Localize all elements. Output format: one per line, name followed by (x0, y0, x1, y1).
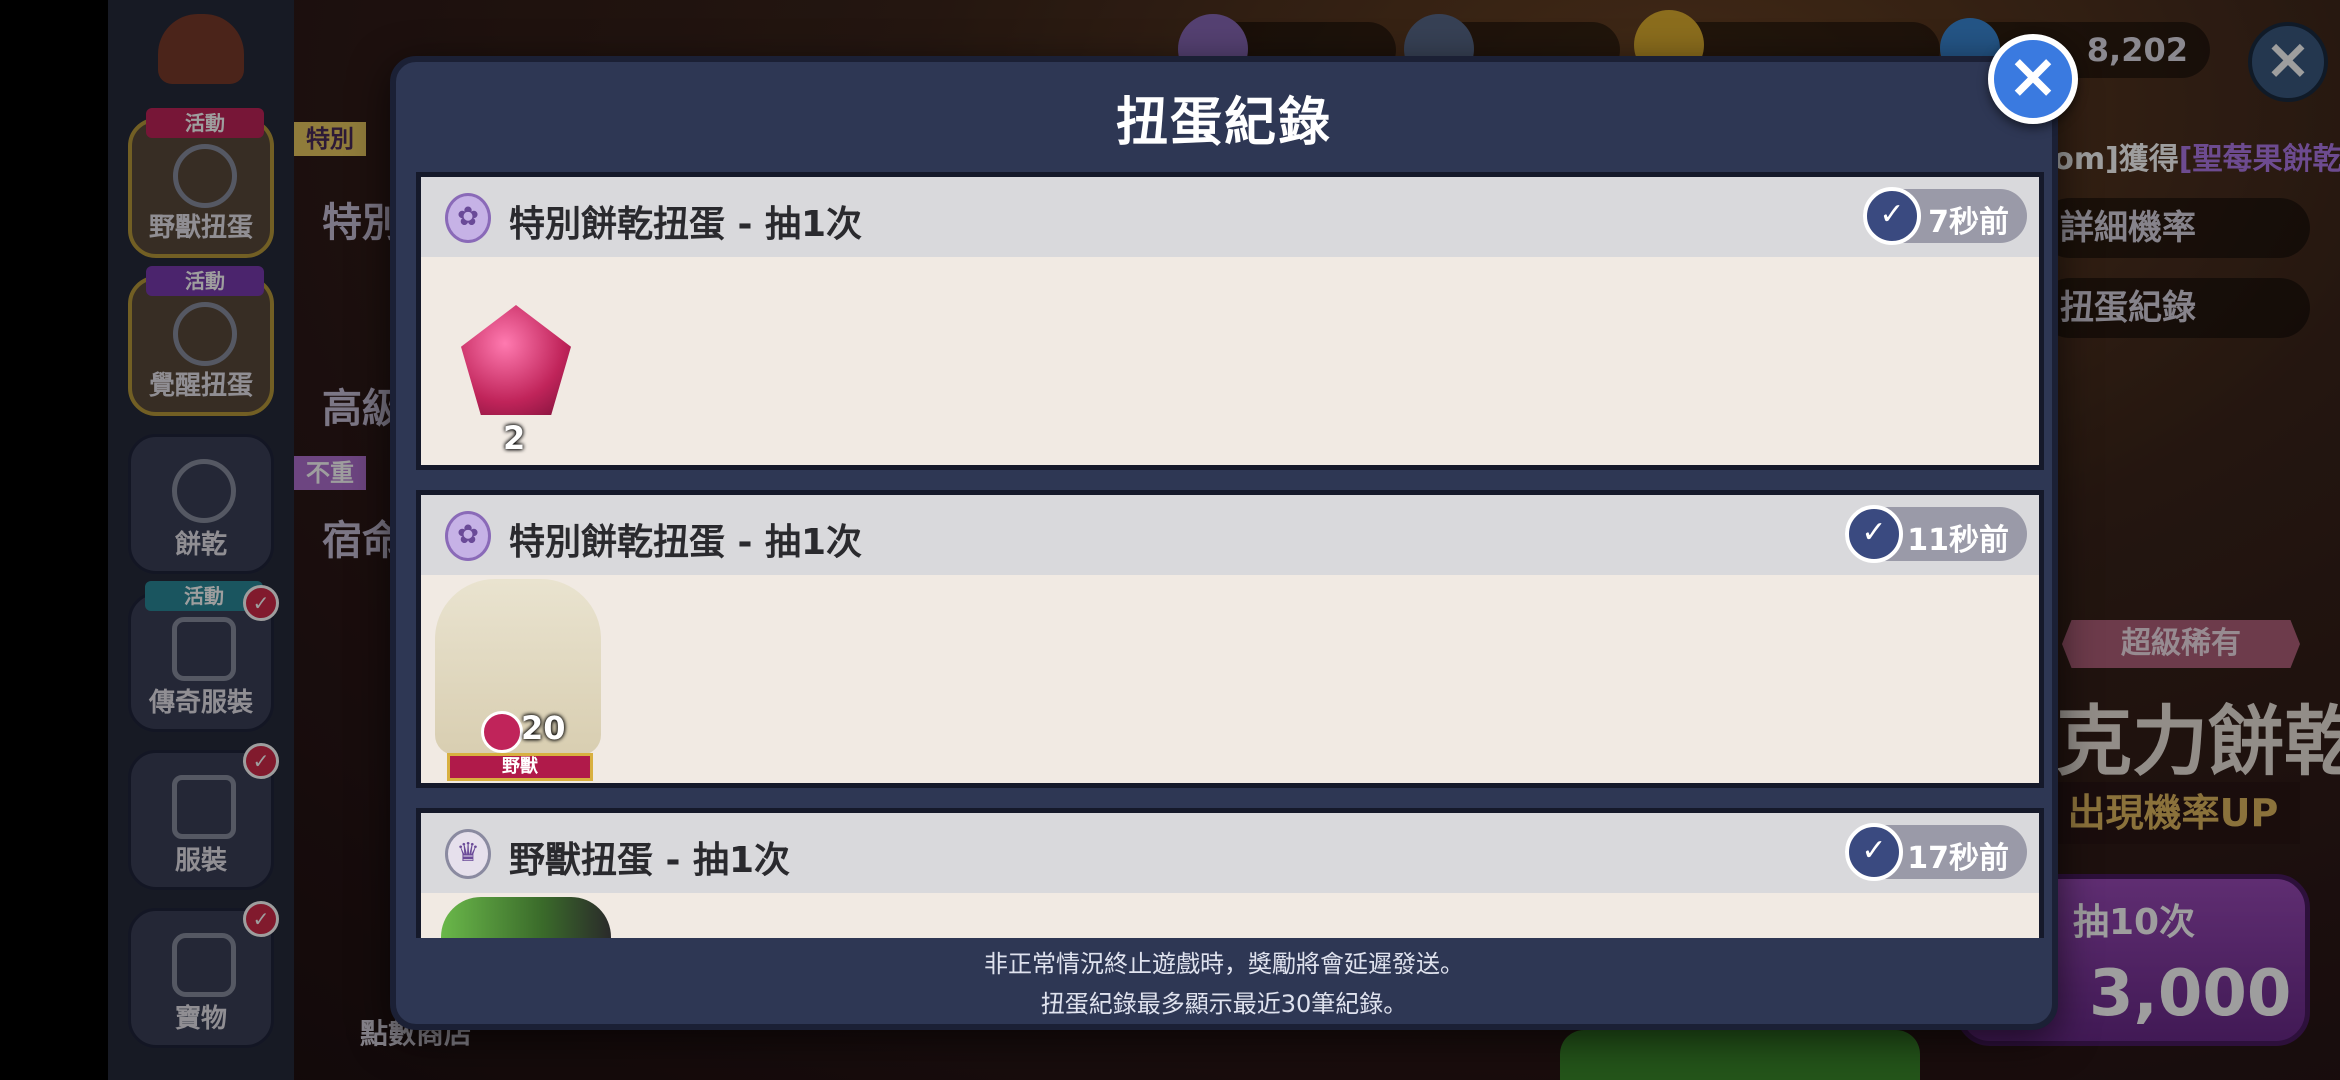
reward-count: 20 (521, 709, 566, 747)
history-entry-header: ♛ 野獸扭蛋 - 抽1次 ✓ 17秒前 (421, 813, 2039, 893)
history-entry: ✿ 特別餅乾扭蛋 - 抽1次 ✓ 11秒前 20 野獸 (416, 490, 2044, 788)
time-ago: 11秒前 (1907, 523, 2009, 558)
time-badge: ✓ 11秒前 (1845, 505, 2027, 563)
special-gacha-icon: ✿ (445, 511, 491, 561)
history-entry-title: 特別餅乾扭蛋 - 抽1次 (509, 522, 863, 563)
time-badge: ✓ 17秒前 (1845, 823, 2027, 881)
history-entry-title: 特別餅乾扭蛋 - 抽1次 (509, 204, 863, 245)
reward-art-partial[interactable] (441, 897, 611, 938)
beast-gacha-icon: ♛ (445, 829, 491, 879)
time-ago: 17秒前 (1907, 841, 2009, 876)
history-list[interactable]: ✿ 特別餅乾扭蛋 - 抽1次 ✓ 7秒前 2 ✿ 特別餅乾扭蛋 - 抽1次 ✓ … (416, 172, 2044, 938)
soul-stone-badge-icon (481, 711, 523, 753)
time-ago: 7秒前 (1928, 205, 2009, 240)
history-entry-title: 野獸扭蛋 - 抽1次 (509, 840, 791, 881)
footer-note-limit: 扭蛋紀錄最多顯示最近30筆紀錄。 (1040, 990, 1408, 1018)
modal-close-button[interactable]: × (1988, 34, 2078, 124)
time-badge: ✓ 7秒前 (1863, 187, 2027, 245)
history-entry: ✿ 特別餅乾扭蛋 - 抽1次 ✓ 7秒前 2 (416, 172, 2044, 470)
modal-title: 扭蛋紀錄 (1115, 93, 1332, 153)
gacha-history-modal: 扭蛋紀錄 ✿ 特別餅乾扭蛋 - 抽1次 ✓ 7秒前 2 ✿ 特別餅乾扭蛋 - 抽… (390, 56, 2058, 1030)
clock-icon: ✓ (1845, 823, 1903, 881)
footer-note-delay: 非正常情況終止遊戲時，獎勵將會延遲發送。 (984, 950, 1464, 978)
history-entry-header: ✿ 特別餅乾扭蛋 - 抽1次 ✓ 11秒前 (421, 495, 2039, 575)
soul-stone-gem-icon[interactable] (461, 305, 571, 415)
clock-icon: ✓ (1845, 505, 1903, 563)
special-gacha-icon: ✿ (445, 193, 491, 243)
history-entry: ♛ 野獸扭蛋 - 抽1次 ✓ 17秒前 (416, 808, 2044, 938)
history-entry-header: ✿ 特別餅乾扭蛋 - 抽1次 ✓ 7秒前 (421, 177, 2039, 257)
clock-icon: ✓ (1863, 187, 1921, 245)
reward-count: 2 (503, 419, 526, 457)
beast-tag: 野獸 (447, 753, 593, 781)
